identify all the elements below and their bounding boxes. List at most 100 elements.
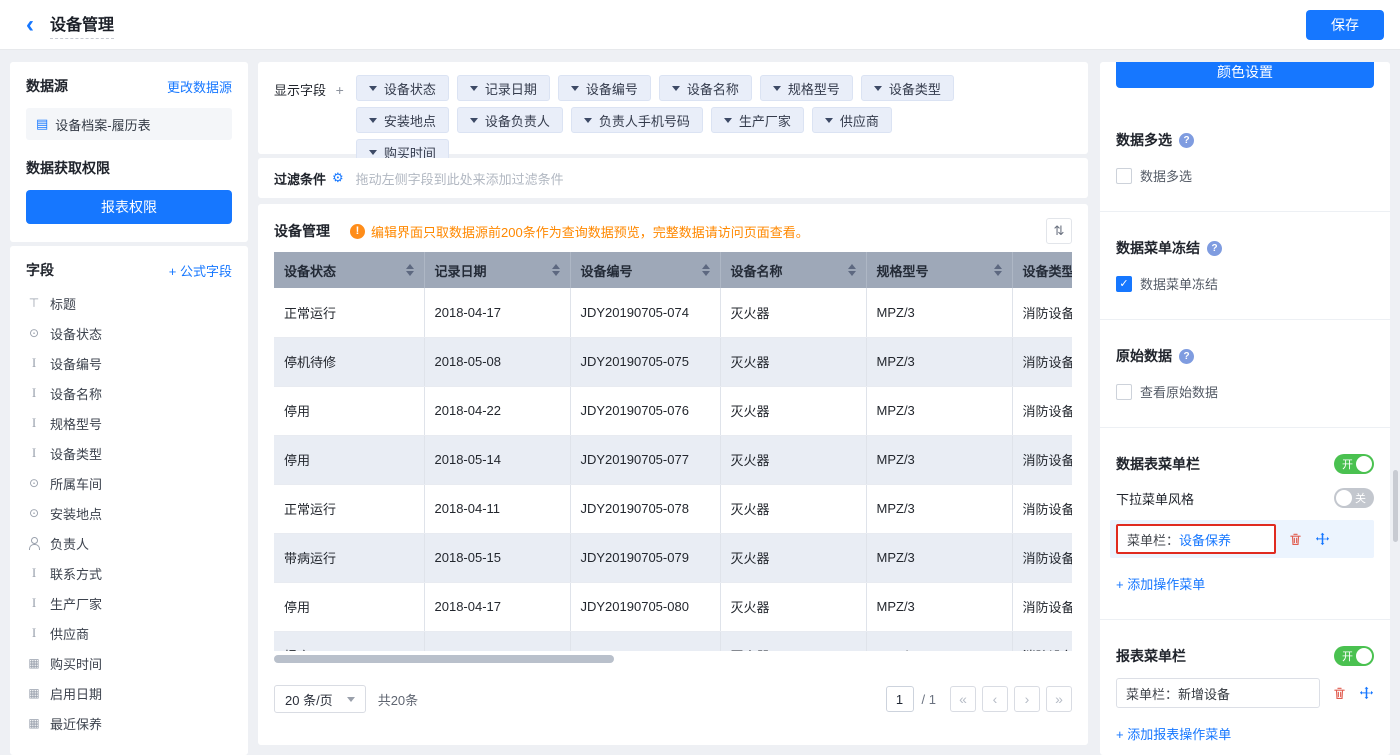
column-header[interactable]: 记录日期: [424, 252, 571, 288]
text-icon: I: [31, 445, 37, 460]
display-field-chip[interactable]: 规格型号: [759, 75, 853, 101]
display-field-chip[interactable]: 安装地点: [355, 107, 449, 133]
vertical-scrollbar[interactable]: [1393, 470, 1398, 542]
current-page-box[interactable]: 1: [885, 686, 914, 712]
save-button[interactable]: 保存: [1306, 9, 1384, 40]
multi-select-option[interactable]: 数据多选: [1116, 166, 1374, 185]
color-settings-button[interactable]: 颜色设置: [1116, 62, 1374, 88]
report-menu-toggle[interactable]: 开: [1334, 646, 1374, 666]
display-field-chip[interactable]: 供应商: [811, 107, 892, 133]
menu-freeze-checkbox[interactable]: ✓: [1116, 275, 1132, 292]
field-item[interactable]: ▦ 最近保养: [26, 708, 232, 738]
table-row[interactable]: 停用 2018-04-17 JDY20190705-080 灭火器 MPZ/3 消防设备: [274, 582, 1072, 632]
prev-page-button[interactable]: ‹: [982, 686, 1008, 712]
raw-data-option[interactable]: 查看原始数据: [1116, 382, 1374, 401]
toggle-knob: [1356, 456, 1372, 472]
display-fields-label: 显示字段 +: [274, 80, 344, 141]
delete-icon[interactable]: [1332, 686, 1347, 701]
add-operation-menu-link[interactable]: + 添加操作菜单: [1116, 574, 1374, 593]
delete-icon[interactable]: [1288, 532, 1303, 547]
last-page-button[interactable]: »: [1046, 686, 1072, 712]
field-item[interactable]: I 设备编号: [26, 348, 232, 378]
field-item[interactable]: ▦ 启用日期: [26, 678, 232, 708]
display-field-chip[interactable]: 生产厂家: [710, 107, 804, 133]
column-header[interactable]: 设备类型: [1012, 252, 1072, 288]
chevron-down-icon: [469, 85, 478, 91]
column-header[interactable]: 设备名称: [720, 252, 867, 288]
datasource-item[interactable]: ▤ 设备档案-履历表: [26, 108, 232, 140]
gear-icon[interactable]: ⚙: [332, 170, 344, 186]
multi-select-title: 数据多选: [1116, 132, 1172, 148]
field-label: 启用日期: [50, 686, 103, 702]
chip-label: 安装地点: [383, 113, 436, 129]
menu-freeze-option[interactable]: ✓ 数据菜单冻结: [1116, 274, 1374, 293]
help-icon[interactable]: ?: [1179, 348, 1194, 364]
table-row[interactable]: 带病运行 2018-05-15 JDY20190705-079 灭火器 MPZ/3 消防设…: [274, 533, 1072, 583]
horizontal-scrollbar[interactable]: [274, 655, 614, 663]
column-label: 设备名称: [730, 263, 783, 279]
data-table-menu-toggle[interactable]: 开: [1334, 454, 1374, 474]
back-icon[interactable]: ‹: [26, 12, 34, 37]
menu-item-device-maintenance[interactable]: 菜单栏： 设备保养: [1116, 524, 1276, 554]
multi-select-checkbox[interactable]: [1116, 167, 1132, 184]
raw-data-checkbox[interactable]: [1116, 383, 1132, 400]
fields-title: 字段: [26, 262, 54, 278]
field-item[interactable]: I 供应商: [26, 618, 232, 648]
add-report-menu-link[interactable]: + 添加报表操作菜单: [1116, 724, 1374, 743]
field-item[interactable]: ⊤ 标题: [26, 288, 232, 318]
field-item[interactable]: I 规格型号: [26, 408, 232, 438]
field-item[interactable]: I 设备类型: [26, 438, 232, 468]
table-row[interactable]: 停用 2018-04-22 JDY20190705-076 灭火器 MPZ/3 消防设备: [274, 386, 1072, 436]
next-page-button[interactable]: ›: [1014, 686, 1040, 712]
table-row[interactable]: 报废2018-05-12JDY20190705-081灭火器MPZ/3消防设备: [274, 631, 1072, 651]
display-field-chip[interactable]: 设备状态: [355, 75, 449, 101]
display-field-chip[interactable]: 设备负责人: [456, 107, 563, 133]
move-icon[interactable]: [1359, 686, 1374, 701]
change-datasource-link[interactable]: 更改数据源: [167, 77, 232, 96]
menu-item-new-device[interactable]: 菜单栏： 新增设备: [1116, 678, 1320, 708]
column-header[interactable]: 规格型号: [866, 252, 1013, 288]
table-row[interactable]: 正常运行 2018-04-17 JDY20190705-074 灭火器 MPZ/3 消防设…: [274, 288, 1072, 338]
table-cell: JDY20190705-077: [570, 435, 721, 485]
page-title[interactable]: 设备管理: [50, 11, 115, 39]
field-item[interactable]: I 设备名称: [26, 378, 232, 408]
column-header-inner: 设备名称: [731, 261, 856, 280]
report-permission-button[interactable]: 报表权限: [26, 190, 232, 224]
page-size-select[interactable]: 20 条/页: [274, 685, 366, 713]
help-icon[interactable]: ?: [1207, 240, 1222, 256]
field-item[interactable]: ▦ 购买时间: [26, 648, 232, 678]
column-header-inner: 设备状态: [284, 261, 414, 280]
add-display-field-button[interactable]: +: [336, 82, 344, 98]
sort-arrows-icon: [544, 264, 560, 276]
display-field-chip[interactable]: 记录日期: [456, 75, 550, 101]
text-icon: I: [31, 385, 37, 400]
field-item[interactable]: ⊙ 设备状态: [26, 318, 232, 348]
table-row[interactable]: 停机待修 2018-05-08 JDY20190705-075 灭火器 MPZ/3 消防设…: [274, 337, 1072, 387]
settings-panel: 颜色设置 数据多选 ? 数据多选 数据菜单冻结 ? ✓ 数据菜单冻结 原始数据 …: [1100, 62, 1390, 755]
text-icon: I: [31, 565, 37, 580]
table-row[interactable]: 正常运行 2018-04-11 JDY20190705-078 灭火器 MPZ/3 消防设…: [274, 484, 1072, 534]
first-page-button[interactable]: «: [950, 686, 976, 712]
column-header[interactable]: 设备编号: [570, 252, 721, 288]
move-icon[interactable]: [1315, 532, 1330, 547]
field-item[interactable]: 负责人: [26, 528, 232, 558]
field-item[interactable]: ⊙ 安装地点: [26, 498, 232, 528]
display-field-chip[interactable]: 设备类型: [860, 75, 954, 101]
table-row[interactable]: 停用 2018-05-14 JDY20190705-077 灭火器 MPZ/3 消防设备: [274, 435, 1072, 485]
display-field-chip[interactable]: 设备名称: [658, 75, 752, 101]
display-field-chip[interactable]: 设备编号: [557, 75, 651, 101]
add-formula-field-link[interactable]: + 公式字段: [169, 261, 232, 280]
checkbox-label: 查看原始数据: [1140, 385, 1219, 400]
field-item[interactable]: I 生产厂家: [26, 588, 232, 618]
display-field-chip[interactable]: 负责人手机号码: [570, 107, 703, 133]
column-header[interactable]: 设备状态: [274, 252, 425, 288]
help-icon[interactable]: ?: [1179, 132, 1194, 148]
field-item[interactable]: ⊙ 所属车间: [26, 468, 232, 498]
row-sort-button[interactable]: ⇅: [1046, 218, 1072, 244]
dropdown-style-label: 下拉菜单风格: [1116, 491, 1195, 507]
display-fields-panel: 显示字段 + 设备状态 记录日期 设备编号 设备名称 规格型号 设备类型安装地点 设备负责人…: [258, 62, 1088, 165]
dropdown-style-toggle[interactable]: 关: [1334, 488, 1374, 508]
field-item[interactable]: I 联系方式: [26, 558, 232, 588]
table-cell: MPZ/3: [866, 533, 1013, 583]
chevron-down-icon: [368, 149, 377, 155]
